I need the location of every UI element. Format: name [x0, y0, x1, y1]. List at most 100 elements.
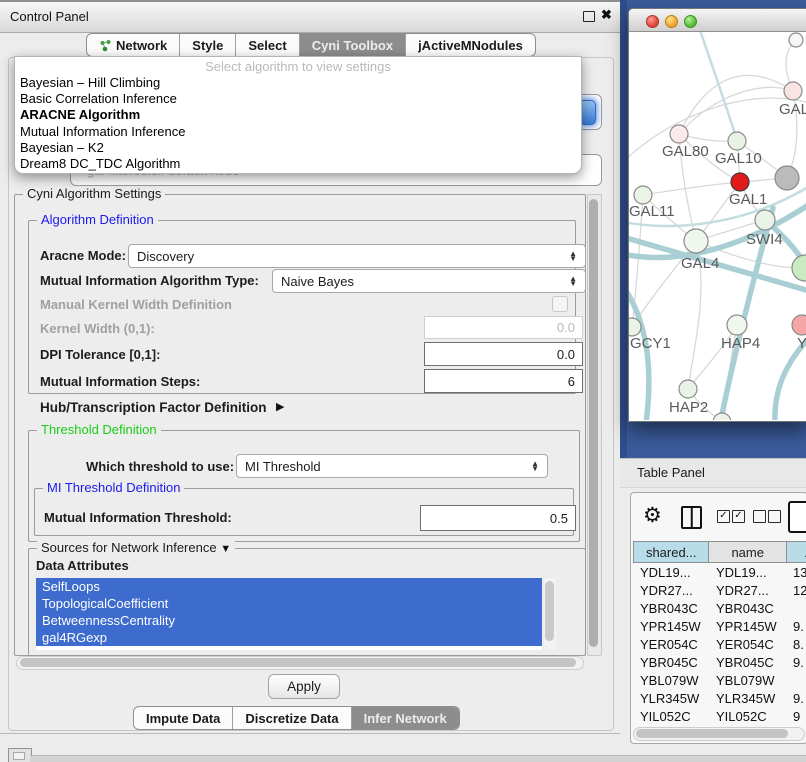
- node-label-hap2: HAP2: [669, 399, 708, 416]
- attributes-scrollbar[interactable]: [544, 578, 556, 650]
- table-panel-window: ⚙ ✓ ✓ shared...nameA YDL19...YDL19...13Y…: [630, 492, 806, 744]
- network-node-gcy1[interactable]: [629, 318, 641, 336]
- aracne-mode-combo[interactable]: Discovery ▲▼: [128, 244, 586, 268]
- expand-right-icon[interactable]: ▶: [276, 400, 284, 413]
- network-node[interactable]: [792, 255, 806, 281]
- control-panel-title: Control Panel: [10, 9, 89, 24]
- attributes-scrollbar-thumb[interactable]: [545, 581, 554, 641]
- table-horizontal-scrollbar[interactable]: [633, 727, 805, 741]
- tab-label: Impute Data: [146, 711, 220, 726]
- network-window-titlebar[interactable]: [629, 9, 806, 32]
- cell-value: 9.: [787, 691, 806, 706]
- network-edge-teal-thin[interactable]: [699, 32, 737, 141]
- network-node-gal[interactable]: [784, 82, 802, 100]
- unchecked-checkbox-icon[interactable]: [768, 510, 781, 523]
- float-window-icon[interactable]: [583, 11, 595, 22]
- table-toolbar: ⚙ ✓ ✓: [631, 493, 806, 539]
- network-node-swi4[interactable]: [755, 210, 775, 230]
- table-row[interactable]: YIL052CYIL052C9: [633, 707, 806, 725]
- sources-title-text: Sources for Network Inference: [41, 540, 217, 555]
- tab-impute-data[interactable]: Impute Data: [134, 707, 232, 729]
- combo-arrows-icon: ▲▼: [531, 461, 539, 471]
- cell-value: 13: [787, 565, 806, 580]
- network-node-gal11[interactable]: [634, 186, 652, 204]
- zoom-traffic-light[interactable]: [684, 15, 697, 28]
- algorithm-option-dream8-dc-tdc-algorithm[interactable]: Dream8 DC_TDC Algorithm: [15, 156, 581, 172]
- network-canvas[interactable]: GALGAL80GAL10GAL1GAL11SWI4GAL4GCY1HAP4YH…: [629, 32, 806, 420]
- close-icon[interactable]: ✖: [601, 7, 612, 23]
- apply-button[interactable]: Apply: [268, 674, 340, 699]
- settings-horizontal-scrollbar[interactable]: [16, 656, 584, 670]
- table-row[interactable]: YDR27...YDR27...12: [633, 581, 806, 599]
- column-header-a[interactable]: A: [787, 541, 806, 563]
- node-label-hap4: HAP4: [721, 335, 760, 352]
- network-node-gal1[interactable]: [731, 173, 749, 191]
- algorithm-option-basic-correlation-inference[interactable]: Basic Correlation Inference: [15, 91, 581, 107]
- settings-vertical-scrollbar[interactable]: [587, 194, 602, 656]
- network-node-hap2[interactable]: [679, 380, 697, 398]
- gear-icon[interactable]: ⚙: [643, 503, 662, 528]
- collapsed-panel-icon[interactable]: [8, 748, 32, 762]
- settings-vertical-scrollbar-thumb[interactable]: [589, 199, 598, 647]
- table-row[interactable]: YER054CYER054C8.: [633, 635, 806, 653]
- tab-discretize-data[interactable]: Discretize Data: [232, 707, 350, 729]
- dpi-tolerance-field[interactable]: 0.0: [424, 342, 583, 366]
- algorithm-option-bayesian-hill-climbing[interactable]: Bayesian – Hill Climbing: [15, 75, 581, 91]
- table-row[interactable]: YBL079WYBL079W: [633, 671, 806, 689]
- network-view-window: GALGAL80GAL10GAL1GAL11SWI4GAL4GCY1HAP4YH…: [628, 8, 806, 422]
- checked-checkbox-icon[interactable]: ✓: [732, 510, 745, 523]
- network-node-gal10[interactable]: [728, 132, 746, 150]
- manual-kernel-checkbox[interactable]: [552, 296, 568, 312]
- attribute-item-topologicalcoefficient[interactable]: TopologicalCoefficient: [36, 595, 542, 612]
- network-edge[interactable]: [643, 182, 740, 195]
- cell-name: YBL079W: [709, 673, 787, 688]
- network-node-y[interactable]: [792, 315, 806, 335]
- tab-style[interactable]: Style: [179, 34, 235, 56]
- table-horizontal-scrollbar-thumb[interactable]: [636, 729, 788, 738]
- table-row[interactable]: YDL19...YDL19...13: [633, 563, 806, 581]
- tab-jactivemnodules[interactable]: jActiveMNodules: [405, 34, 535, 56]
- control-panel-titlebar[interactable]: Control Panel ✖: [0, 0, 620, 33]
- tab-cyni-toolbox[interactable]: Cyni Toolbox: [299, 34, 405, 56]
- network-node[interactable]: [789, 33, 803, 47]
- algorithm-option-bayesian-k2[interactable]: Bayesian – K2: [15, 140, 581, 156]
- settings-horizontal-scrollbar-thumb[interactable]: [20, 658, 576, 667]
- checked-checkbox-icon[interactable]: ✓: [717, 510, 730, 523]
- table-row[interactable]: YBR045CYBR045C9.: [633, 653, 806, 671]
- combo-arrows-icon: ▲▼: [569, 276, 577, 286]
- network-edge[interactable]: [679, 87, 793, 134]
- unchecked-checkbox-icon[interactable]: [753, 510, 766, 523]
- attribute-item-gal4rgexp[interactable]: gal4RGexp: [36, 629, 542, 646]
- network-edge[interactable]: [679, 75, 793, 134]
- collapse-down-icon[interactable]: ▼: [220, 543, 231, 555]
- function-panel-icon[interactable]: [788, 501, 806, 533]
- mi-type-combo[interactable]: Naive Bayes ▲▼: [272, 269, 586, 293]
- table-row[interactable]: YLR345WYLR345W9.: [633, 689, 806, 707]
- mi-threshold-field[interactable]: 0.5: [420, 505, 576, 531]
- node-label-gal1: GAL1: [729, 191, 767, 208]
- cell-name: YBR043C: [709, 601, 787, 616]
- tab-network[interactable]: Network: [87, 34, 179, 56]
- algorithm-option-aracne-algorithm[interactable]: ARACNE Algorithm: [15, 107, 581, 123]
- table-row[interactable]: YBR043CYBR043C: [633, 599, 806, 617]
- node-label-gcy1: GCY1: [630, 335, 671, 352]
- column-header-name[interactable]: name: [709, 541, 786, 563]
- columns-icon[interactable]: [681, 506, 702, 529]
- close-traffic-light[interactable]: [646, 15, 659, 28]
- mi-steps-field[interactable]: 6: [424, 369, 583, 393]
- algorithm-option-mutual-information-inference[interactable]: Mutual Information Inference: [15, 124, 581, 140]
- table-row[interactable]: YPR145WYPR145W9.: [633, 617, 806, 635]
- attribute-item-betweennesscentrality[interactable]: BetweennessCentrality: [36, 612, 542, 629]
- attribute-item-selfloops[interactable]: SelfLoops: [36, 578, 542, 595]
- network-node-gal4[interactable]: [684, 229, 708, 253]
- tab-infer-network[interactable]: Infer Network: [351, 707, 459, 729]
- network-node[interactable]: [775, 166, 799, 190]
- network-node[interactable]: [713, 413, 731, 420]
- network-node-gal80[interactable]: [670, 125, 688, 143]
- minimize-traffic-light[interactable]: [665, 15, 678, 28]
- kernel-width-field[interactable]: 0.0: [424, 316, 583, 339]
- tab-select[interactable]: Select: [235, 34, 298, 56]
- network-node-hap4[interactable]: [727, 315, 747, 335]
- column-header-shared[interactable]: shared...: [633, 541, 709, 563]
- which-threshold-combo[interactable]: MI Threshold ▲▼: [236, 454, 548, 478]
